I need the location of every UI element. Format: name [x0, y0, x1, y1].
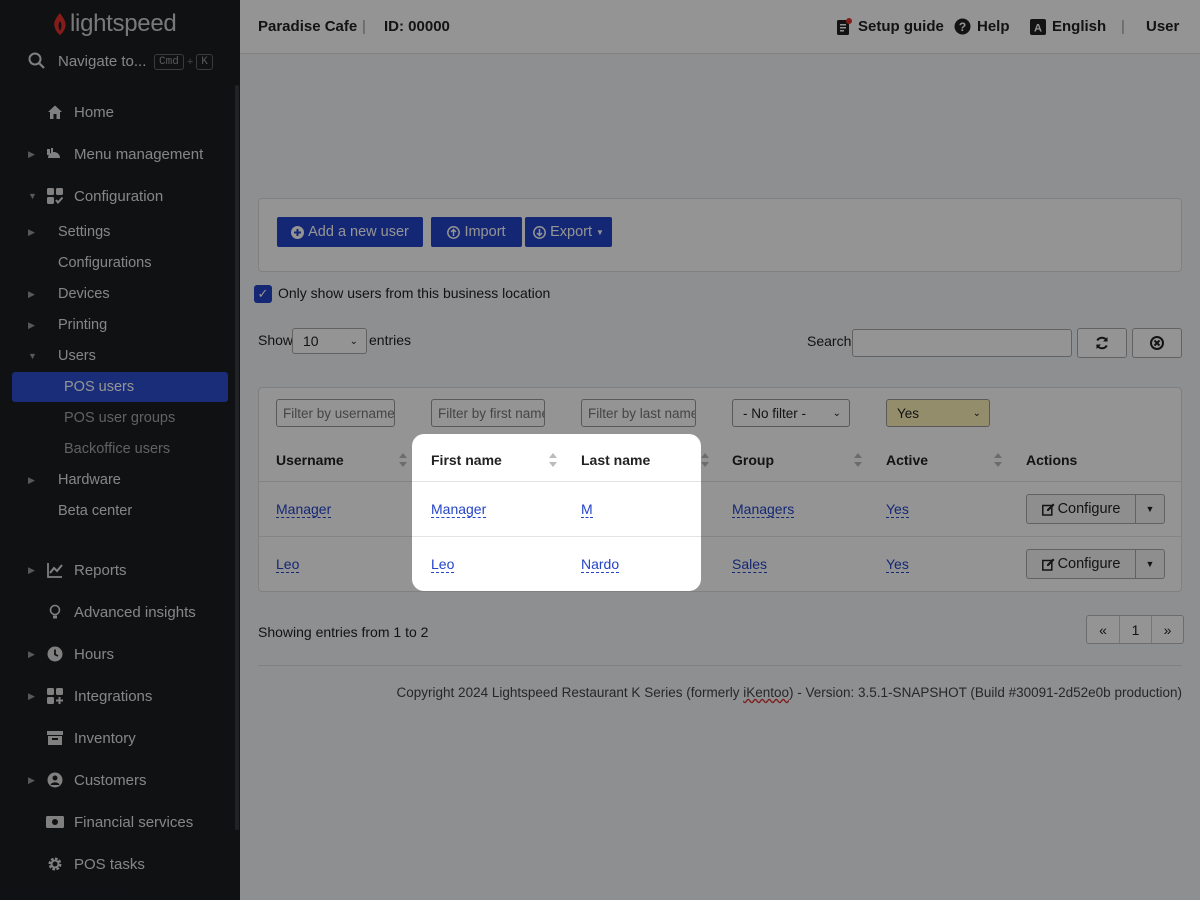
- column-header-last-name[interactable]: Last name: [581, 452, 650, 468]
- last-name-link[interactable]: Nardo: [581, 557, 620, 573]
- column-header-first-name[interactable]: First name: [431, 452, 502, 468]
- overlay-dim: [701, 434, 1200, 591]
- first-name-link[interactable]: Leo: [431, 557, 455, 573]
- overlay-dim: [0, 591, 1200, 900]
- last-name-link[interactable]: M: [581, 502, 593, 518]
- overlay-dim: [0, 434, 412, 591]
- overlay-dim: [0, 0, 1200, 434]
- first-name-link[interactable]: Manager: [431, 502, 487, 518]
- sort-icon[interactable]: [548, 451, 558, 469]
